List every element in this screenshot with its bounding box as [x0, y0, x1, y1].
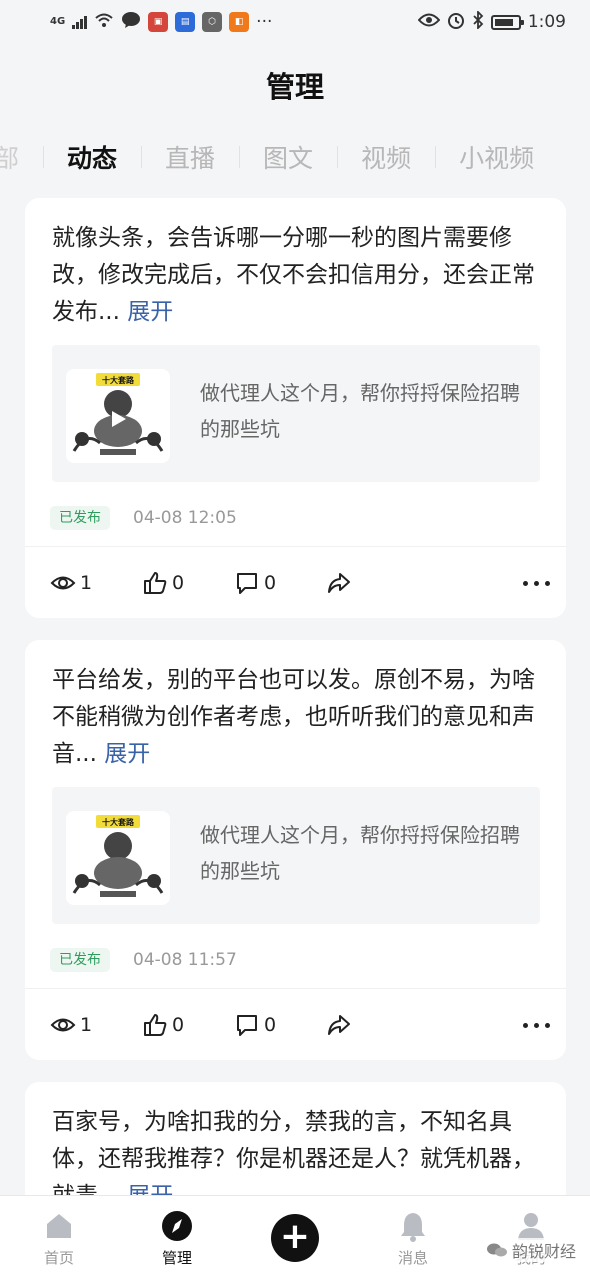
post-time: 04-08 11:57 [133, 950, 237, 970]
nav-messages[interactable]: 消息 [354, 1196, 472, 1278]
linked-article[interactable]: 十大套路 做代理人这个月，帮你捋捋保险招聘的那些坑 [52, 787, 540, 924]
wechat-icon [486, 1243, 507, 1257]
thumbs-up-icon [144, 1014, 167, 1036]
more-options-icon[interactable] [523, 580, 550, 586]
like-button[interactable]: 0 [142, 1012, 234, 1038]
tab-partial[interactable]: 部 [0, 139, 43, 175]
expand-link[interactable]: 展开 [127, 299, 173, 325]
status-right: 1:09 [417, 9, 566, 34]
views-stat: 1 [50, 1012, 142, 1038]
share-button[interactable] [326, 570, 418, 596]
card-divider [25, 988, 566, 989]
alarm-icon [447, 11, 465, 34]
tab-dynamic[interactable]: 动态 [43, 139, 141, 175]
tab-video[interactable]: 视频 [337, 139, 435, 175]
nav-manage[interactable]: 管理 [118, 1196, 236, 1278]
comment-icon [237, 573, 257, 594]
comment-button[interactable]: 0 [234, 1012, 326, 1038]
article-title: 做代理人这个月，帮你捋捋保险招聘的那些坑 [200, 823, 520, 883]
post-time: 04-08 12:05 [133, 508, 237, 528]
comments-count: 0 [264, 572, 277, 594]
bottom-navigation: 首页 管理 + 消息 我的 [0, 1195, 590, 1278]
post-text[interactable]: 平台给发，别的平台也可以发。原创不易，为啥不能稍微为创作者考虑，也听听我们的意见… [52, 662, 540, 773]
eye-icon [417, 12, 441, 33]
expand-link[interactable]: 展开 [104, 741, 150, 767]
bluetooth-icon [472, 9, 484, 34]
status-badge: 已发布 [50, 506, 110, 530]
network-type: 4G [50, 16, 66, 27]
nav-publish[interactable]: + [236, 1196, 354, 1278]
battery-icon [490, 14, 524, 30]
thumbs-up-icon [144, 572, 167, 594]
nav-label: 消息 [397, 1249, 428, 1267]
tab-short-video[interactable]: 小视频 [435, 139, 558, 175]
wifi-icon [94, 12, 114, 33]
nav-label: 管理 [161, 1249, 192, 1267]
share-icon [328, 1015, 350, 1035]
views-count: 1 [80, 1014, 93, 1036]
bell-icon [401, 1213, 425, 1242]
wechat-bubble-icon [121, 11, 141, 34]
clock-time: 1:09 [527, 12, 566, 32]
eye-icon [50, 576, 76, 590]
page-title: 管理 [265, 70, 324, 104]
watermark: 韵锐财经 [483, 1238, 578, 1262]
more-notifications-icon: ··· [256, 12, 273, 32]
compass-icon [162, 1211, 192, 1241]
status-left: 4G ▣ ▤ ⬡ ◧ ··· [50, 11, 272, 34]
post-actions: 1 0 0 [50, 568, 550, 598]
card-divider [25, 546, 566, 547]
comment-button[interactable]: 0 [234, 570, 326, 596]
nav-profile[interactable]: 我的 [472, 1196, 590, 1278]
thumbnail-caption: 十大套路 [102, 375, 135, 385]
orange-app-icon: ◧ [229, 12, 250, 32]
status-badge: 已发布 [50, 948, 110, 972]
likes-count: 0 [172, 1014, 185, 1036]
views-count: 1 [80, 572, 93, 594]
nav-home[interactable]: 首页 [0, 1196, 118, 1278]
article-title: 做代理人这个月，帮你捋捋保险招聘的那些坑 [200, 381, 520, 441]
comment-icon [237, 1015, 257, 1036]
home-icon [47, 1214, 71, 1238]
share-button[interactable] [326, 1012, 418, 1038]
post-text-content: 就像头条，会告诉哪一分哪一秒的图片需要修改，修改完成后，不仅不会扣信用分，还会正… [52, 225, 535, 325]
post-text-content: 百家号，为啥扣我的分，禁我的言，不知名具体，还帮我推荐？你是机器还是人？就凭机器… [52, 1109, 535, 1209]
nav-label: 首页 [43, 1249, 74, 1267]
more-options-icon[interactable] [523, 1022, 550, 1028]
thumbnail-caption: 十大套路 [102, 817, 135, 827]
watermark-text: 韵锐财经 [511, 1242, 576, 1261]
status-bar: 4G ▣ ▤ ⬡ ◧ ··· 1:09 [0, 0, 590, 44]
news-app-icon: ▣ [148, 12, 169, 32]
share-icon [328, 573, 350, 593]
likes-count: 0 [172, 572, 185, 594]
views-stat: 1 [50, 570, 142, 596]
post-text[interactable]: 就像头条，会告诉哪一分哪一秒的图片需要修改，修改完成后，不仅不会扣信用分，还会正… [52, 220, 540, 331]
article-thumbnail: 十大套路 [66, 811, 170, 905]
content-type-tabs: 部 动态 直播 图文 视频 小视频 [0, 132, 590, 182]
comments-count: 0 [264, 1014, 277, 1036]
linked-article[interactable]: 十大套路 做代理人这个月，帮你捋捋保险招聘的那些坑 [52, 345, 540, 482]
post-card[interactable]: 平台给发，别的平台也可以发。原创不易，为啥不能稍微为创作者考虑，也听听我们的意见… [25, 640, 566, 1060]
post-actions: 1 0 0 [50, 1010, 550, 1040]
eye-icon [50, 1018, 76, 1032]
plus-icon: + [271, 1214, 319, 1262]
tab-live[interactable]: 直播 [141, 139, 239, 175]
blue-app-icon: ▤ [175, 12, 196, 32]
like-button[interactable]: 0 [142, 570, 234, 596]
gray-app-icon: ⬡ [202, 12, 223, 32]
signal-icon [72, 15, 88, 29]
tab-article[interactable]: 图文 [239, 139, 337, 175]
article-thumbnail: 十大套路 [66, 369, 170, 463]
post-card[interactable]: 就像头条，会告诉哪一分哪一秒的图片需要修改，修改完成后，不仅不会扣信用分，还会正… [25, 198, 566, 618]
